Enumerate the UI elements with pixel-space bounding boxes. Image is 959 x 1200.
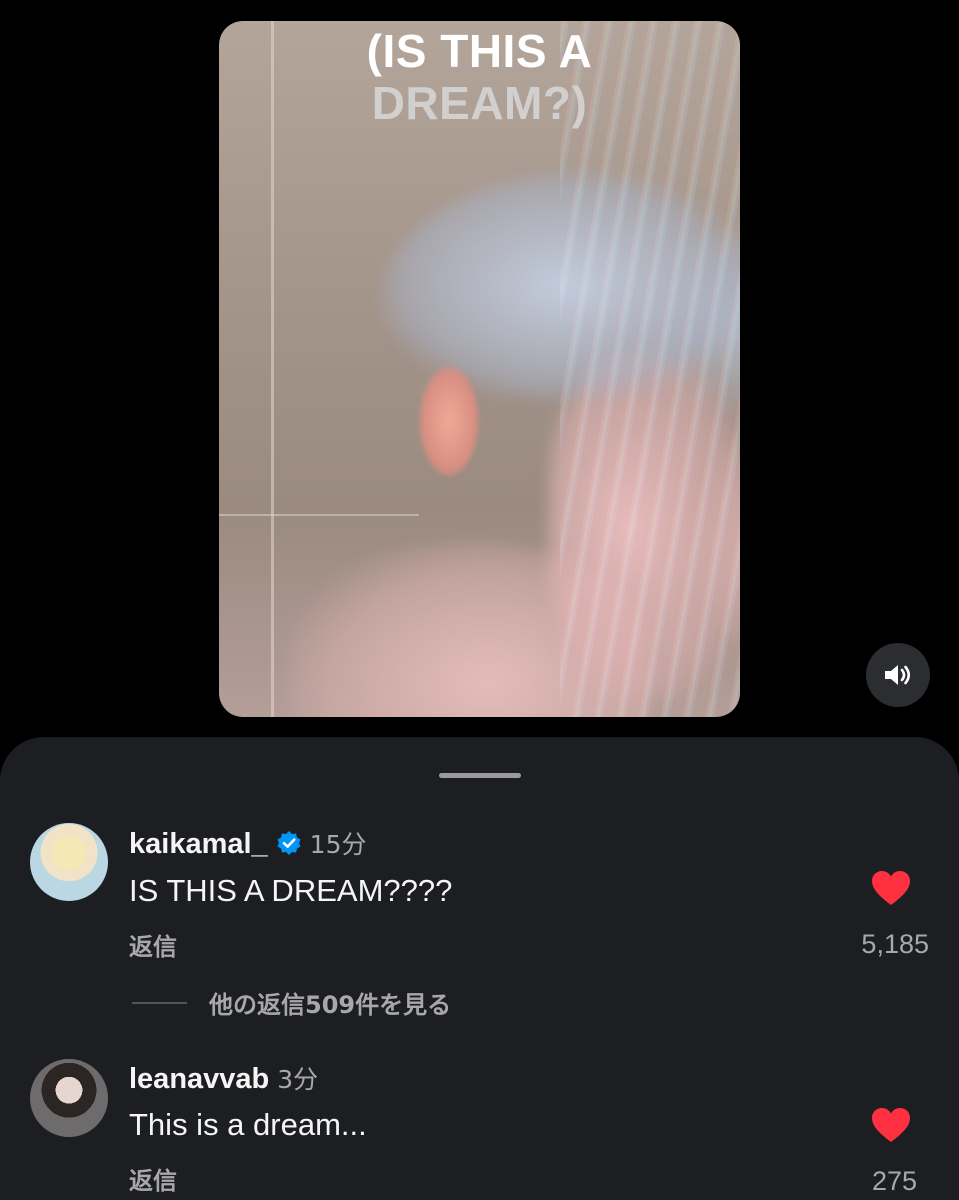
comment-timestamp: 3分 (277, 1065, 319, 1094)
video-player[interactable]: (IS THIS A DREAM?) (219, 21, 740, 717)
comment-username[interactable]: leanavvab (129, 1063, 269, 1095)
avatar[interactable] (30, 1059, 108, 1137)
video-caption-line-2: DREAM?) (371, 77, 588, 129)
sheet-drag-handle[interactable] (439, 773, 521, 778)
comment-text: This is a dream... (129, 1107, 367, 1142)
video-frame-detail (219, 514, 419, 516)
comment-text: IS THIS A DREAM???? (129, 873, 453, 908)
video-caption-overlay: (IS THIS A DREAM?) (219, 25, 740, 129)
verified-badge-icon (277, 831, 301, 855)
comment-username[interactable]: kaikamal_ (129, 828, 268, 860)
heart-icon[interactable] (871, 1107, 911, 1143)
like-count: 5,185 (861, 929, 929, 959)
speaker-volume-icon (885, 665, 911, 685)
comment-header: leanavvab 3分 (129, 1060, 318, 1096)
reply-button[interactable]: 返信 (129, 1161, 177, 1196)
divider (132, 1001, 187, 1004)
like-count: 275 (871, 1166, 917, 1196)
video-frame-detail (419, 366, 479, 476)
heart-icon[interactable] (871, 870, 911, 906)
avatar[interactable] (30, 823, 108, 901)
sound-toggle-button[interactable] (866, 643, 930, 707)
view-replies-label: 他の返信509件を見る (209, 991, 452, 1019)
comments-sheet: kaikamal_ 15分 IS THIS A DREAM???? 返信 5,1… (0, 737, 959, 1200)
view-more-replies-link[interactable]: 他の返信509件を見る (132, 985, 451, 1020)
reply-button[interactable]: 返信 (129, 927, 177, 962)
comment-header: kaikamal_ 15分 (129, 825, 366, 861)
video-caption-line-1: (IS THIS A (366, 25, 593, 77)
comment-timestamp: 15分 (309, 830, 367, 859)
